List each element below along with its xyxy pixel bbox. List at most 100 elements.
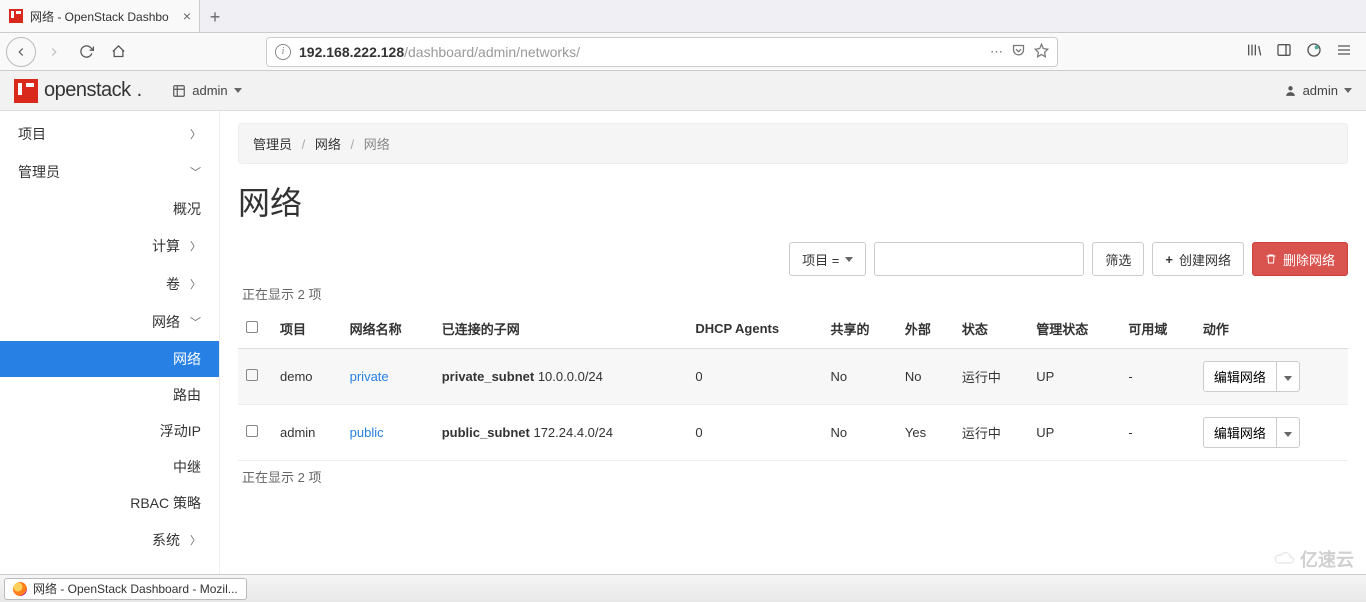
cell-project: admin [272,405,342,461]
col-actions: 动作 [1195,309,1348,349]
sidebar-item-router[interactable]: 路由 [0,377,219,413]
new-tab-button[interactable]: + [200,2,230,32]
cell-status: 运行中 [954,349,1028,405]
chevron-right-icon: 〉 [190,276,201,292]
filter-button[interactable]: 筛选 [1092,242,1144,276]
menu-icon[interactable] [1336,42,1352,61]
breadcrumb-current: 网络 [364,137,390,152]
network-link[interactable]: public [350,425,384,440]
col-status[interactable]: 状态 [954,309,1028,349]
domain-selector-label: admin [192,83,227,98]
profile-icon[interactable] [1306,42,1322,61]
main-content: 管理员 / 网络 / 网络 网络 项目 = 筛选 + 创建网络 删除网络 正 [220,111,1366,574]
breadcrumb-item[interactable]: 管理员 [253,137,292,152]
bookmark-star-icon[interactable] [1034,43,1049,61]
caret-down-icon [1284,376,1292,381]
col-project[interactable]: 项目 [272,309,342,349]
sidebar-compute[interactable]: 计算 〉 [0,227,219,265]
caret-down-icon [234,88,242,93]
caret-down-icon [1344,88,1352,93]
sidebar-icon[interactable] [1276,42,1292,61]
filter-input[interactable] [874,242,1084,276]
user-menu-label: admin [1303,83,1338,98]
col-shared[interactable]: 共享的 [822,309,896,349]
chevron-right-icon: 〉 [190,532,201,548]
col-dhcp[interactable]: DHCP Agents [687,309,822,349]
sidebar-overview[interactable]: 概况 [0,191,219,227]
cell-external: Yes [897,405,954,461]
user-menu[interactable]: admin [1284,83,1352,98]
caret-down-icon [1284,432,1292,437]
page-actions-icon[interactable]: ⋯ [990,44,1003,60]
trash-icon [1265,253,1277,265]
table-caption-top: 正在显示 2 项 [242,284,1344,303]
watermark: 亿速云 [1274,546,1354,572]
cell-shared: No [822,405,896,461]
pocket-icon[interactable] [1011,43,1026,61]
col-az[interactable]: 可用域 [1120,309,1194,349]
plus-icon: + [1165,252,1173,267]
row-action-menu[interactable] [1276,361,1300,392]
os-taskbar: 网络 - OpenStack Dashboard - Mozil... [0,574,1366,602]
cell-status: 运行中 [954,405,1028,461]
firefox-icon [13,582,27,596]
col-name[interactable]: 网络名称 [342,309,434,349]
row-checkbox[interactable] [246,425,258,437]
openstack-logo[interactable]: openstack. [14,79,142,103]
network-link[interactable]: private [350,369,389,384]
networks-table: 项目 网络名称 已连接的子网 DHCP Agents 共享的 外部 状态 管理状… [238,309,1348,461]
library-icon[interactable] [1246,42,1262,61]
openstack-mark-icon [14,79,38,103]
table-caption-bottom: 正在显示 2 项 [242,467,1344,486]
col-external[interactable]: 外部 [897,309,954,349]
cloud-icon [1274,552,1296,566]
chevron-right-icon: 〉 [190,238,201,254]
breadcrumb-item[interactable]: 网络 [315,137,341,152]
edit-network-button[interactable]: 编辑网络 [1203,417,1276,448]
cell-subnets: public_subnet 172.24.4.0/24 [434,405,688,461]
sidebar-item-rbac[interactable]: RBAC 策略 [0,485,219,521]
chevron-down-icon: ﹀ [190,314,201,330]
row-checkbox[interactable] [246,369,258,381]
domain-selector[interactable]: admin [172,83,241,98]
domain-icon [172,84,186,98]
sidebar: 项目 〉 管理员 ﹀ 概况 计算 〉 卷 〉 网络 ﹀ 网络 路由 浮动IP 中… [0,111,220,574]
col-admin-state[interactable]: 管理状态 [1028,309,1120,349]
select-all-checkbox[interactable] [246,321,258,333]
sidebar-item-network[interactable]: 网络 [0,341,219,377]
url-bar[interactable]: i 192.168.222.128/dashboard/admin/networ… [266,37,1058,67]
forward-button[interactable] [40,38,68,66]
browser-tab-strip: 网络 - OpenStack Dashbo × + [0,0,1366,33]
chevron-down-icon: ﹀ [190,164,201,180]
table-row: admin public public_subnet 172.24.4.0/24… [238,405,1348,461]
edit-network-button[interactable]: 编辑网络 [1203,361,1276,392]
tab-title: 网络 - OpenStack Dashbo [30,8,177,25]
home-button[interactable] [104,38,132,66]
browser-tab[interactable]: 网络 - OpenStack Dashbo × [0,0,200,32]
row-action-menu[interactable] [1276,417,1300,448]
sidebar-volume[interactable]: 卷 〉 [0,265,219,303]
sidebar-admin[interactable]: 管理员 ﹀ [0,153,219,191]
site-info-icon[interactable]: i [275,44,291,60]
sidebar-system[interactable]: 系统 〉 [0,521,219,559]
taskbar-item-label: 网络 - OpenStack Dashboard - Mozil... [33,580,238,597]
taskbar-item[interactable]: 网络 - OpenStack Dashboard - Mozil... [4,578,247,600]
caret-down-icon [845,257,853,262]
create-network-button[interactable]: + 创建网络 [1152,242,1244,276]
table-row: demo private private_subnet 10.0.0.0/24 … [238,349,1348,405]
delete-network-button[interactable]: 删除网络 [1252,242,1348,276]
back-button[interactable] [6,37,36,67]
reload-button[interactable] [72,38,100,66]
col-subnets[interactable]: 已连接的子网 [434,309,688,349]
cell-external: No [897,349,954,405]
cell-subnets: private_subnet 10.0.0.0/24 [434,349,688,405]
sidebar-item-floating-ip[interactable]: 浮动IP [0,413,219,449]
row-action-split: 编辑网络 [1203,361,1300,392]
sidebar-network-group[interactable]: 网络 ﹀ [0,303,219,341]
cell-project: demo [272,349,342,405]
sidebar-item-trunk[interactable]: 中继 [0,449,219,485]
filter-type-select[interactable]: 项目 = [789,242,866,276]
close-tab-icon[interactable]: × [183,8,191,24]
breadcrumb: 管理员 / 网络 / 网络 [238,123,1348,164]
sidebar-project[interactable]: 项目 〉 [0,115,219,153]
